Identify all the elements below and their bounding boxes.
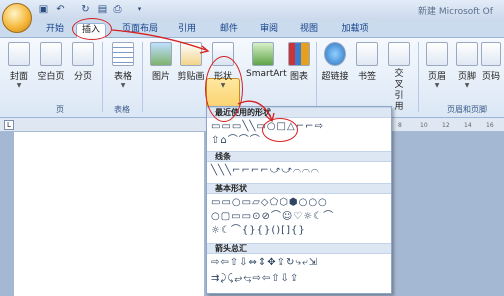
- page-number-icon: [481, 42, 501, 66]
- blank-page-button[interactable]: 空白页: [36, 42, 66, 82]
- cover-page-icon: [8, 42, 30, 66]
- picture-icon: [150, 42, 172, 66]
- group-label-tables: 表格: [114, 105, 130, 114]
- gallery-section-basic: 基本形状: [207, 183, 391, 194]
- globe-icon: [324, 42, 346, 66]
- shape-row[interactable]: ⇧⌂⌒⌒⌒: [211, 135, 261, 147]
- shape-row[interactable]: ⇉⤸⤹⥂⥃⇨⇦⇧⇩⇪: [211, 273, 299, 285]
- hyperlink-button[interactable]: 超链接: [320, 42, 350, 82]
- table-button[interactable]: 表格 ▼: [108, 42, 138, 89]
- quick-access-menu-icon[interactable]: ▾: [134, 4, 145, 15]
- document-page[interactable]: [14, 132, 204, 296]
- tab-addins[interactable]: 加载项: [338, 23, 372, 38]
- chart-button[interactable]: 图表: [284, 42, 314, 82]
- smartart-icon: [252, 42, 274, 66]
- page-break-button[interactable]: 分页: [68, 42, 98, 82]
- annotation-circle-line-shape: [262, 118, 298, 142]
- group-label-header-footer: 页眉和页脚: [447, 105, 487, 114]
- chevron-down-icon: ▼: [464, 82, 470, 89]
- tab-view[interactable]: 视图: [296, 23, 322, 38]
- shape-row[interactable]: ☼☾⌒{}{}()[]{}: [211, 225, 306, 237]
- open-icon[interactable]: ▤: [97, 4, 108, 15]
- cross-reference-button[interactable]: 交叉引用: [384, 42, 414, 113]
- smartart-button[interactable]: SmartArt: [246, 42, 287, 79]
- tab-selector-icon[interactable]: L: [4, 120, 14, 130]
- clip-art-icon: [180, 42, 202, 66]
- annotation-circle-insert-tab: [72, 18, 112, 40]
- group-divider: [418, 42, 419, 112]
- word-window: { "app": {"title": "新建 Microsoft Of"}, "…: [0, 0, 504, 296]
- header-icon: [426, 42, 448, 66]
- page-break-icon: [72, 42, 94, 66]
- shape-row[interactable]: ▭▭○▭▱◇⬠⬡⬢○○○: [211, 197, 328, 209]
- office-button[interactable]: [2, 3, 32, 33]
- group-label-pages: 页: [56, 105, 64, 114]
- chevron-down-icon: ▼: [120, 82, 126, 89]
- bookmark-icon: [356, 42, 378, 66]
- group-divider: [142, 42, 143, 112]
- table-icon: [112, 42, 134, 66]
- group-divider: [316, 42, 317, 112]
- shape-row[interactable]: ○▢▭▭⊙⊘⌒☺♡☼☾⌒: [211, 211, 334, 223]
- tab-references[interactable]: 引用: [174, 23, 200, 38]
- shape-row[interactable]: ⇨⇦⇧⇩⇔⇕✥⇪↻⤷⤶⇲: [211, 257, 318, 269]
- print-icon[interactable]: ⎙: [112, 4, 123, 15]
- group-divider: [102, 42, 103, 112]
- tab-home[interactable]: 开始: [42, 23, 68, 38]
- title-bar: ▣ ↶ ↻ ▤ ⎙ ▾ 新建 Microsoft Of: [0, 0, 504, 20]
- picture-button[interactable]: 图片: [146, 42, 176, 82]
- chart-icon: [288, 42, 310, 66]
- annotation-circle-shapes: [205, 56, 243, 122]
- undo-icon[interactable]: ↶: [55, 4, 66, 15]
- redo-icon[interactable]: ↻: [80, 4, 91, 15]
- gallery-section-arrows: 箭头总汇: [207, 243, 391, 254]
- tab-review[interactable]: 审阅: [256, 23, 282, 38]
- cross-reference-icon: [388, 42, 410, 66]
- clip-art-button[interactable]: 剪贴画: [176, 42, 206, 82]
- chevron-down-icon: ▼: [16, 82, 22, 89]
- header-button[interactable]: 页眉 ▼: [422, 42, 452, 89]
- chevron-down-icon: ▼: [434, 82, 440, 89]
- cover-page-button[interactable]: 封面 ▼: [4, 42, 34, 89]
- footer-icon: [456, 42, 478, 66]
- shape-row[interactable]: ╲╲╲⌐⌐⌐⌐⤻⤻⌒⌒⌒: [211, 165, 320, 177]
- blank-page-icon: [40, 42, 62, 66]
- window-title: 新建 Microsoft Of: [418, 7, 493, 17]
- shapes-gallery: 最近使用的形状 ▭▭▭╲╲▭○□△⌐⌐⇨ ⇧⌂⌒⌒⌒ 线条 ╲╲╲⌐⌐⌐⌐⤻⤻⌒…: [206, 106, 392, 294]
- tab-mailings[interactable]: 邮件: [216, 23, 242, 38]
- gallery-section-lines: 线条: [207, 151, 391, 162]
- bookmark-button[interactable]: 书签: [352, 42, 382, 82]
- tab-page-layout[interactable]: 页面布局: [118, 23, 162, 38]
- save-icon[interactable]: ▣: [38, 4, 49, 15]
- page-number-button[interactable]: 页码: [478, 42, 504, 82]
